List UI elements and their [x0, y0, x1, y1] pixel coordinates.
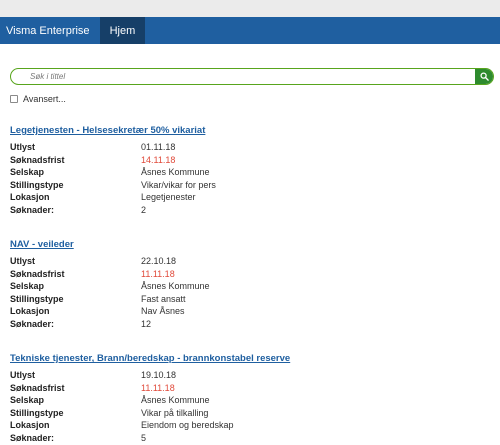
job-field-deadline: Søknadsfrist 14.11.18 — [10, 154, 490, 167]
field-value: 2 — [141, 204, 147, 215]
field-label: Søknader: — [10, 318, 55, 329]
job-listing: Tekniske tjenester, Brann/beredskap - br… — [10, 352, 490, 444]
job-field-location: Lokasjon Nav Åsnes — [10, 305, 490, 318]
field-label: Utlyst — [10, 142, 36, 152]
search-input[interactable] — [11, 69, 477, 84]
job-title-link[interactable]: NAV - veileder — [10, 238, 490, 251]
browser-top-strip — [0, 0, 500, 17]
field-value: Åsnes Kommune — [141, 167, 210, 177]
field-value: Legetjenester — [141, 192, 196, 202]
advanced-toggle[interactable]: Avansert... — [10, 94, 66, 104]
job-listing: NAV - veileder Utlyst 22.10.18 Søknadsfri… — [10, 238, 490, 330]
job-title-link[interactable]: Legetjenesten - Helsesekretær 50% vikari… — [10, 124, 490, 137]
field-value: 19.10.18 — [141, 370, 177, 380]
brand-title[interactable]: Visma Enterprise — [0, 17, 100, 44]
job-field-position-type: Stillingstype Vikar/vikar for pers — [10, 179, 490, 192]
field-value: Vikar/vikar for pers — [141, 179, 216, 190]
field-label: Søknader: — [10, 432, 55, 443]
field-value: Fast ansatt — [141, 293, 186, 304]
field-label: Søknadsfrist — [10, 268, 65, 279]
field-value: Åsnes Kommune — [141, 395, 210, 405]
job-field-company: Selskap Åsnes Kommune — [10, 166, 490, 179]
job-field-deadline: Søknadsfrist 11.11.18 — [10, 382, 490, 395]
field-value: 12 — [141, 318, 152, 329]
field-value: 22.10.18 — [141, 256, 177, 266]
field-value: Nav Åsnes — [141, 306, 185, 316]
job-field-published: Utlyst 22.10.18 — [10, 255, 490, 268]
search-box — [10, 68, 494, 85]
job-field-published: Utlyst 01.11.18 — [10, 141, 490, 154]
job-field-location: Lokasjon Eiendom og beredskap — [10, 419, 490, 432]
job-title-link[interactable]: Tekniske tjenester, Brann/beredskap - br… — [10, 352, 490, 365]
job-field-location: Lokasjon Legetjenester — [10, 191, 490, 204]
field-label: Søknadsfrist — [10, 154, 65, 165]
field-value: Eiendom og beredskap — [141, 420, 234, 430]
field-label: Lokasjon — [10, 306, 50, 316]
field-value-deadline: 11.11.18 — [141, 268, 175, 279]
field-label: Selskap — [10, 395, 45, 405]
job-field-applications: Søknader: 12 — [10, 318, 490, 331]
field-value: Åsnes Kommune — [141, 281, 210, 291]
job-field-position-type: Stillingstype Vikar på tilkalling — [10, 407, 490, 420]
job-field-applications: Søknader: 5 — [10, 432, 490, 445]
field-value: 5 — [141, 432, 147, 443]
tab-home[interactable]: Hjem — [99, 17, 146, 44]
field-value-deadline: 14.11.18 — [141, 154, 176, 165]
job-field-company: Selskap Åsnes Kommune — [10, 280, 490, 293]
field-label: Stillingstype — [10, 179, 64, 190]
advanced-checkbox[interactable] — [10, 95, 18, 103]
field-label: Lokasjon — [10, 420, 50, 430]
field-label: Selskap — [10, 167, 45, 177]
field-value: Vikar på tilkalling — [141, 407, 209, 418]
job-listing: Legetjenesten - Helsesekretær 50% vikari… — [10, 124, 490, 216]
job-field-applications: Søknader: 2 — [10, 204, 490, 217]
field-label: Søknader: — [10, 204, 55, 215]
job-field-position-type: Stillingstype Fast ansatt — [10, 293, 490, 306]
job-field-deadline: Søknadsfrist 11.11.18 — [10, 268, 490, 281]
field-label: Selskap — [10, 281, 45, 291]
field-label: Stillingstype — [10, 407, 64, 418]
job-field-company: Selskap Åsnes Kommune — [10, 394, 490, 407]
job-field-published: Utlyst 19.10.18 — [10, 369, 490, 382]
search-icon — [479, 72, 489, 81]
search-button[interactable] — [475, 69, 493, 84]
field-label: Utlyst — [10, 370, 36, 380]
field-label: Stillingstype — [10, 293, 64, 304]
top-navbar: Visma Enterprise Hjem — [0, 17, 500, 44]
advanced-label: Avansert... — [23, 94, 66, 104]
field-label: Søknadsfrist — [10, 382, 65, 393]
field-label: Lokasjon — [10, 192, 50, 202]
field-label: Utlyst — [10, 256, 36, 266]
field-value: 01.11.18 — [141, 142, 176, 152]
field-value-deadline: 11.11.18 — [141, 382, 175, 393]
